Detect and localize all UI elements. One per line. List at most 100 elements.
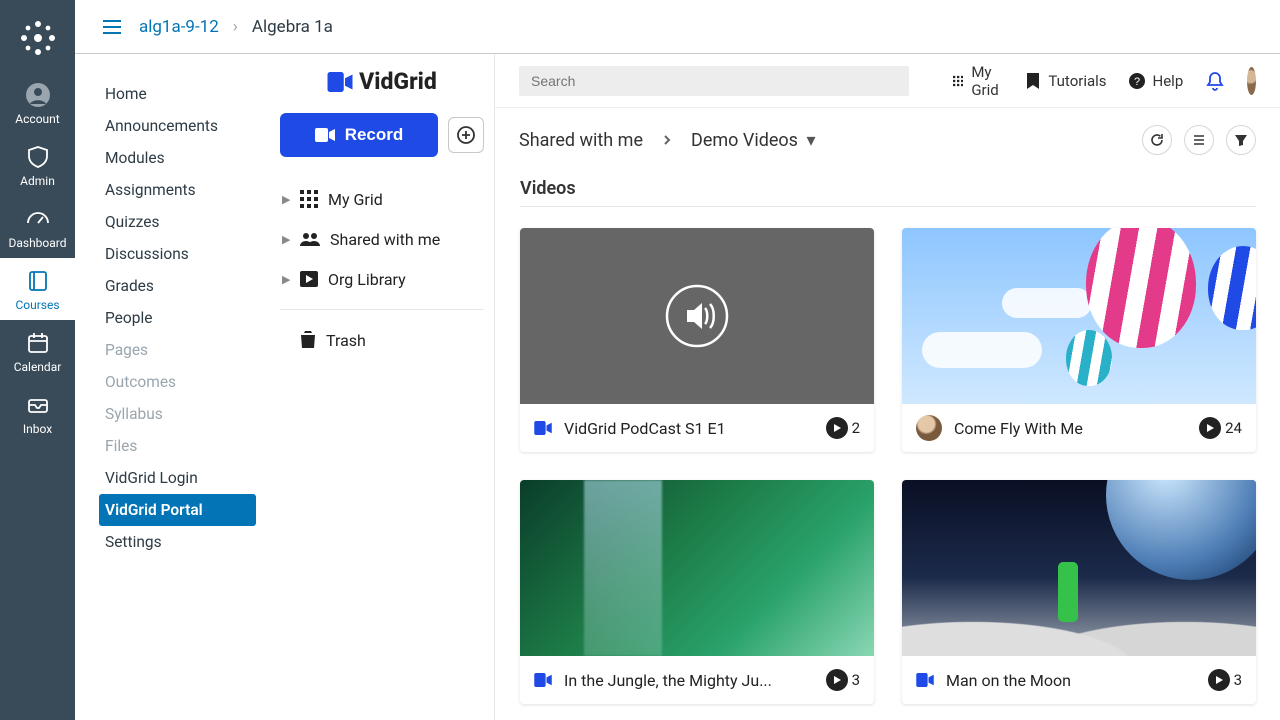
video-title: Man on the Moon <box>946 671 1196 690</box>
refresh-button[interactable] <box>1142 125 1172 155</box>
vidgrid-logo-text: VidGrid <box>359 68 437 95</box>
course-nav-assignments[interactable]: Assignments <box>99 174 256 206</box>
vidgrid-logo: VidGrid <box>270 68 494 95</box>
vidgrid-topbar: My Grid Tutorials ? Help <box>495 54 1280 108</box>
people-icon <box>300 232 320 246</box>
topbar-my-grid[interactable]: My Grid <box>953 63 1004 99</box>
caret-down-icon: ▾ <box>806 130 815 151</box>
tree-org[interactable]: ▶ Org Library <box>276 259 488 299</box>
section-title: Videos <box>520 178 576 199</box>
video-card[interactable]: Come Fly With Me 24 <box>902 228 1256 452</box>
video-card-footer: Come Fly With Me 24 <box>902 404 1256 452</box>
video-card-footer: Man on the Moon 3 <box>902 656 1256 704</box>
shield-icon <box>25 144 51 170</box>
course-nav-settings[interactable]: Settings <box>99 526 256 558</box>
global-nav: Account Admin Dashboard Courses Calendar… <box>0 0 75 720</box>
video-thumbnail <box>902 228 1256 404</box>
course-nav-discussions[interactable]: Discussions <box>99 238 256 270</box>
grid-icon <box>300 190 318 208</box>
add-button[interactable] <box>448 117 484 153</box>
book-icon <box>25 268 51 294</box>
search-input[interactable] <box>519 66 909 96</box>
tree-trash[interactable]: Trash <box>276 320 488 360</box>
vidgrid-crumb-root[interactable]: Shared with me <box>519 130 643 151</box>
video-card[interactable]: VidGrid PodCast S1 E1 2 <box>520 228 874 452</box>
nav-courses[interactable]: Courses <box>0 258 75 320</box>
notifications-button[interactable] <box>1205 71 1225 91</box>
play-count-value: 24 <box>1225 419 1242 437</box>
play-count: 3 <box>1208 669 1242 691</box>
course-nav-pages[interactable]: Pages <box>99 334 256 366</box>
play-count: 3 <box>826 669 860 691</box>
tree-shared[interactable]: ▶ Shared with me <box>276 219 488 259</box>
nav-calendar[interactable]: Calendar <box>0 320 75 382</box>
breadcrumb-course-name: Algebra 1a <box>252 17 333 37</box>
nav-account[interactable]: Account <box>0 72 75 134</box>
play-count: 24 <box>1199 417 1242 439</box>
nav-dashboard-label: Dashboard <box>8 236 66 250</box>
topbar-tutorials[interactable]: Tutorials <box>1026 72 1106 90</box>
bell-icon <box>1205 71 1225 91</box>
tree-my-grid[interactable]: ▶ My Grid <box>276 179 488 219</box>
tree-shared-label: Shared with me <box>330 230 440 249</box>
video-card[interactable]: In the Jungle, the Mighty Ju... 3 <box>520 480 874 704</box>
caret-right-icon: ▶ <box>282 273 290 286</box>
vidgrid-crumb-folder-label: Demo Videos <box>691 130 798 151</box>
calendar-icon <box>25 330 51 356</box>
vidgrid-crumb-folder[interactable]: Demo Videos ▾ <box>691 130 815 151</box>
play-icon <box>826 669 848 691</box>
course-nav-syllabus[interactable]: Syllabus <box>99 398 256 430</box>
video-title: Come Fly With Me <box>954 419 1187 438</box>
breadcrumb-course-code[interactable]: alg1a-9-12 <box>139 17 219 37</box>
nav-account-label: Account <box>15 112 59 126</box>
play-icon <box>1208 669 1230 691</box>
video-title: In the Jungle, the Mighty Ju... <box>564 671 814 690</box>
video-card-footer: VidGrid PodCast S1 E1 2 <box>520 404 874 452</box>
user-avatar[interactable] <box>1247 67 1256 95</box>
hamburger-button[interactable] <box>99 14 125 40</box>
bookmark-icon <box>1026 73 1040 89</box>
canvas-logo-icon <box>18 18 58 58</box>
tree-org-label: Org Library <box>328 270 406 289</box>
nav-admin[interactable]: Admin <box>0 134 75 196</box>
tree-trash-label: Trash <box>326 331 366 350</box>
course-nav-vidgrid-portal[interactable]: VidGrid Portal <box>99 494 256 526</box>
course-nav-announcements[interactable]: Announcements <box>99 110 256 142</box>
vidgrid-breadcrumb: Shared with me Demo Videos ▾ <box>495 108 1280 172</box>
nav-inbox[interactable]: Inbox <box>0 382 75 444</box>
grid-icon <box>953 73 963 89</box>
topbar-help-label: Help <box>1153 72 1184 90</box>
caret-right-icon: ▶ <box>282 233 290 246</box>
course-nav-outcomes[interactable]: Outcomes <box>99 366 256 398</box>
video-thumbnail <box>902 480 1256 656</box>
play-count-value: 2 <box>852 419 860 437</box>
vidgrid-nav: VidGrid Record ▶ My Grid ▶ Shared with m… <box>270 54 495 720</box>
breadcrumb: alg1a-9-12 › Algebra 1a <box>75 0 1280 54</box>
video-title: VidGrid PodCast S1 E1 <box>564 419 814 438</box>
record-button[interactable]: Record <box>280 113 438 157</box>
filter-button[interactable] <box>1226 125 1256 155</box>
video-thumbnail <box>520 480 874 656</box>
topbar-help[interactable]: ? Help <box>1129 72 1184 90</box>
svg-text:?: ? <box>1133 76 1139 88</box>
play-count-value: 3 <box>1234 671 1242 689</box>
caret-right-icon: ▶ <box>282 193 290 206</box>
user-circle-icon <box>25 82 51 108</box>
nav-inbox-label: Inbox <box>23 422 52 436</box>
play-count-value: 3 <box>852 671 860 689</box>
course-nav-grades[interactable]: Grades <box>99 270 256 302</box>
course-nav-people[interactable]: People <box>99 302 256 334</box>
filter-icon <box>1234 133 1248 147</box>
vidgrid-logo-icon <box>534 673 552 687</box>
list-view-button[interactable] <box>1184 125 1214 155</box>
nav-dashboard[interactable]: Dashboard <box>0 196 75 258</box>
course-nav-files[interactable]: Files <box>99 430 256 462</box>
chevron-right-icon <box>661 131 673 150</box>
video-card[interactable]: Man on the Moon 3 <box>902 480 1256 704</box>
course-nav-quizzes[interactable]: Quizzes <box>99 206 256 238</box>
course-nav-home[interactable]: Home <box>99 78 256 110</box>
course-nav-modules[interactable]: Modules <box>99 142 256 174</box>
divider <box>280 309 484 310</box>
course-nav-vidgrid-login[interactable]: VidGrid Login <box>99 462 256 494</box>
audio-icon <box>665 284 729 348</box>
